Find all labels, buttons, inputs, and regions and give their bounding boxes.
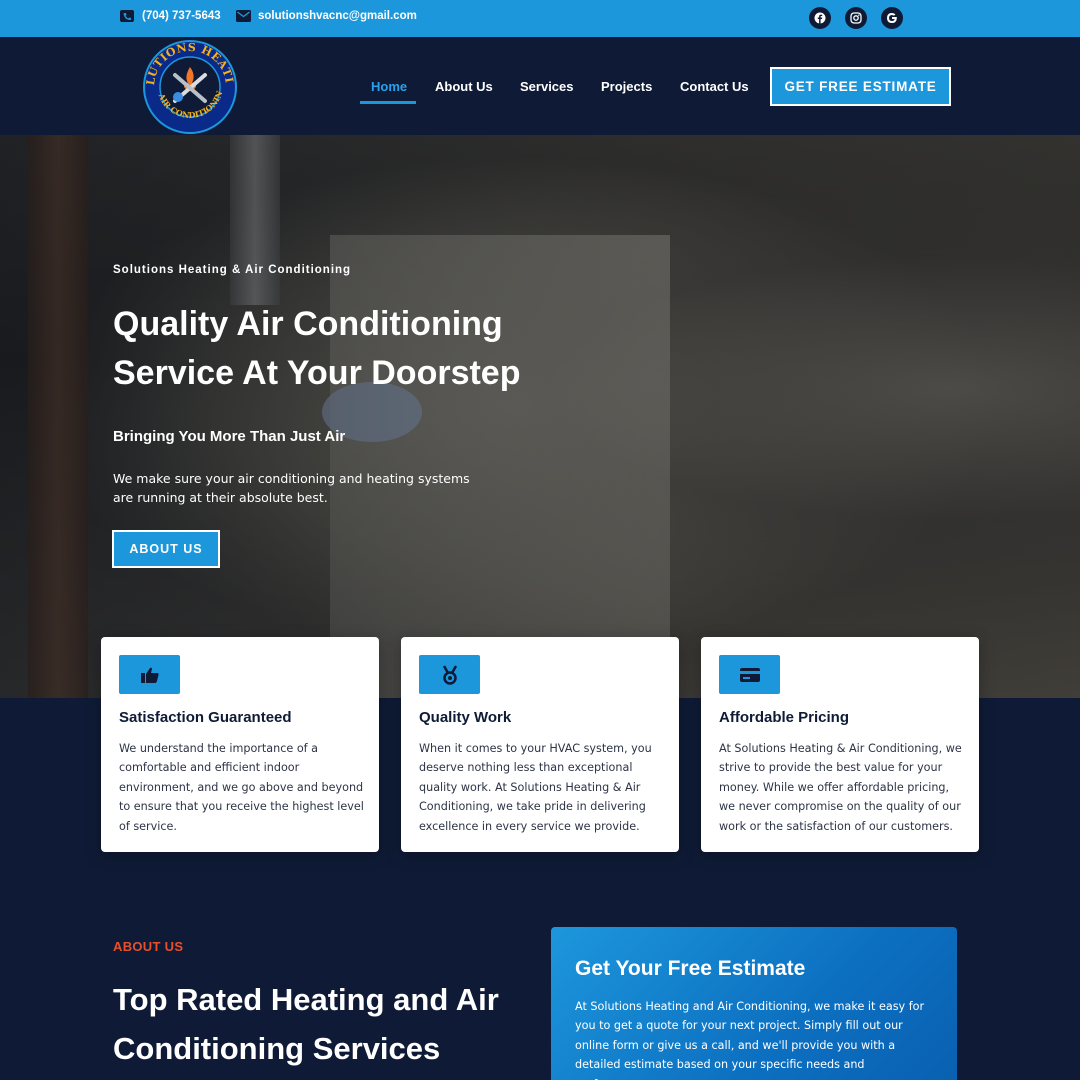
hero-title: Quality Air Conditioning Service At Your… <box>113 305 521 392</box>
hero-kicker: Solutions Heating & Air Conditioning <box>113 264 352 276</box>
get-free-estimate-button[interactable]: GET FREE ESTIMATE <box>770 67 951 106</box>
email-address: solutionshvacnc@gmail.com <box>258 10 417 22</box>
facebook-icon[interactable] <box>809 7 831 29</box>
about-kicker: ABOUT US <box>113 939 184 954</box>
hero-description: We make sure your air conditioning and h… <box>113 471 470 505</box>
feature-title: Affordable Pricing <box>719 709 850 726</box>
nav-contact-us[interactable]: Contact Us <box>680 79 749 94</box>
nav-services[interactable]: Services <box>520 79 574 94</box>
feature-title: Quality Work <box>419 709 512 726</box>
email-contact[interactable]: solutionshvacnc@gmail.com <box>236 10 417 22</box>
nav-active-indicator <box>360 101 416 104</box>
feature-title: Satisfaction Guaranteed <box>119 709 292 726</box>
phone-icon <box>120 10 134 22</box>
feature-card-pricing: Affordable Pricing At Solutions Heating … <box>701 637 979 852</box>
feature-text: At Solutions Heating & Air Conditioning,… <box>719 742 962 833</box>
thumbs-up-icon <box>119 655 180 694</box>
nav-projects[interactable]: Projects <box>601 79 652 94</box>
about-title: Top Rated Heating and Air Conditioning S… <box>113 982 499 1066</box>
phone-number: (704) 737-5643 <box>142 10 221 22</box>
feature-text: When it comes to your HVAC system, you d… <box>419 742 652 833</box>
nav-home[interactable]: Home <box>371 79 407 94</box>
nav-about-us[interactable]: About Us <box>435 79 493 94</box>
estimate-text: At Solutions Heating and Air Conditionin… <box>575 1000 925 1080</box>
feature-card-quality: Quality Work When it comes to your HVAC … <box>401 637 679 852</box>
about-us-button[interactable]: ABOUT US <box>112 530 220 568</box>
feature-text: We understand the importance of a comfor… <box>119 742 364 833</box>
google-icon[interactable] <box>881 7 903 29</box>
company-logo[interactable]: SOLUTIONS HEATING & AIR CONDITIONING <box>135 29 240 135</box>
feature-card-satisfaction: Satisfaction Guaranteed We understand th… <box>101 637 379 852</box>
medal-icon <box>419 655 480 694</box>
instagram-icon[interactable] <box>845 7 867 29</box>
free-estimate-panel: Get Your Free Estimate At Solutions Heat… <box>551 927 957 1080</box>
estimate-title: Get Your Free Estimate <box>575 957 806 980</box>
envelope-icon <box>236 10 251 22</box>
phone-contact[interactable]: (704) 737-5643 <box>120 10 221 22</box>
hero-background <box>0 135 1080 698</box>
hero-subtitle: Bringing You More Than Just Air <box>113 428 346 445</box>
credit-card-icon <box>719 655 780 694</box>
top-contact-bar: (704) 737-5643 solutionshvacnc@gmail.com <box>0 0 1080 37</box>
